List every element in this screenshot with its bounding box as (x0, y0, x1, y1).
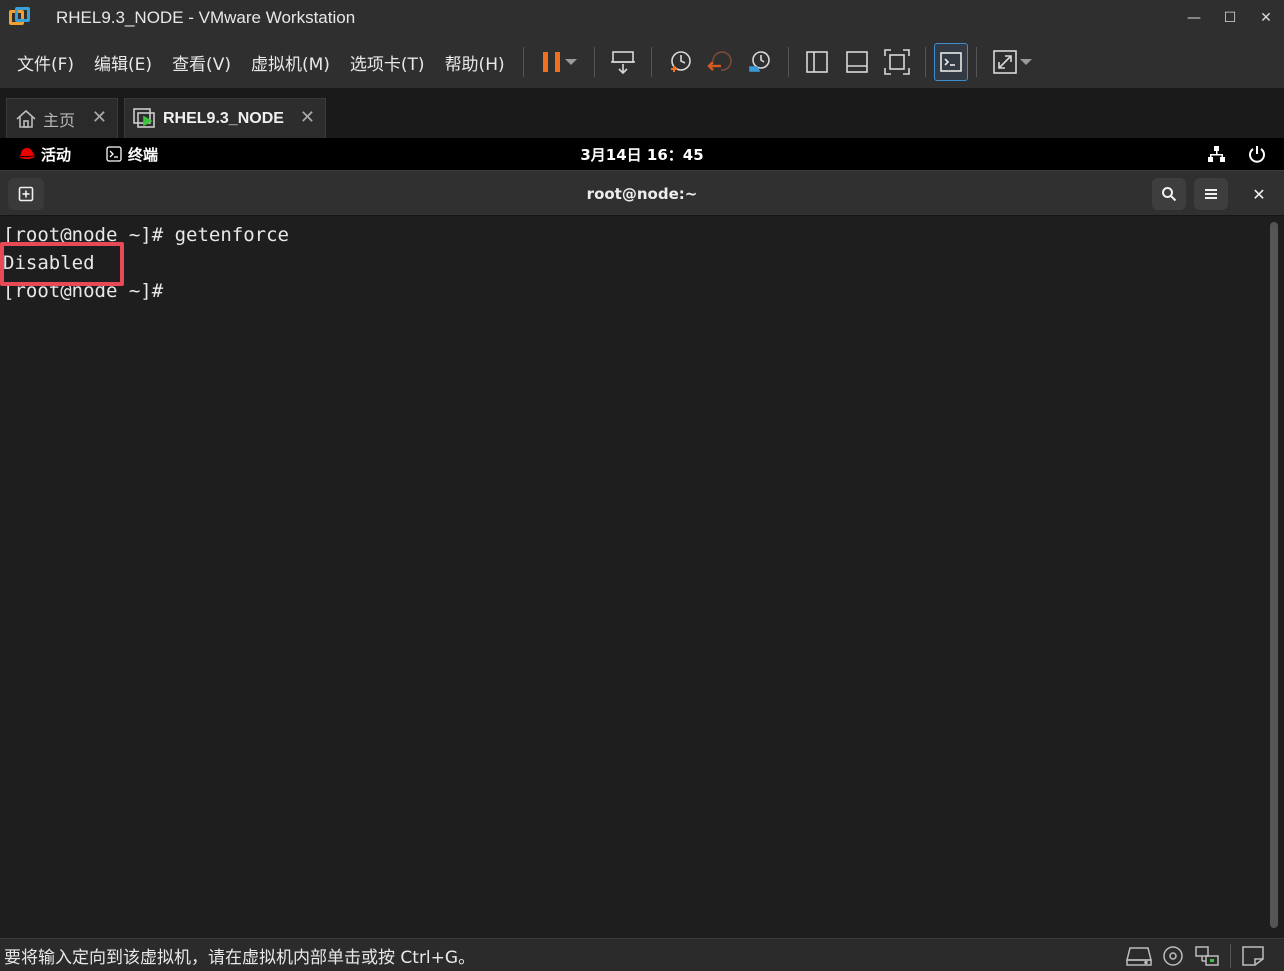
show-library-button[interactable] (797, 42, 837, 82)
vmware-logo-icon (8, 6, 32, 30)
pause-dropdown-icon[interactable] (564, 59, 577, 65)
gnome-top-bar: 活动 终端 3月14日 16：45 (0, 138, 1284, 170)
pause-button[interactable] (532, 42, 586, 82)
status-message: 要将输入定向到该虚拟机，请在虚拟机内部单击或按 Ctrl+G。 (4, 948, 476, 968)
tab-home[interactable]: 主页 ✕ (6, 98, 118, 138)
tab-strip: 主页 ✕ RHEL9.3_NODE ✕ (0, 88, 1284, 138)
snapshot-manager-button[interactable] (740, 42, 780, 82)
maximize-button[interactable]: ☐ (1212, 0, 1248, 36)
menu-vm[interactable]: 虚拟机(M) (241, 36, 340, 88)
vm-running-icon (133, 107, 155, 128)
terminal-icon (939, 52, 962, 72)
terminal-title: root@node:~ (586, 185, 698, 203)
menu-edit[interactable]: 编辑(E) (84, 36, 162, 88)
window-title: RHEL9.3_NODE - VMware Workstation (56, 8, 356, 27)
window-title-bar: RHEL9.3_NODE - VMware Workstation — ☐ ✕ (0, 0, 1284, 36)
message-icon[interactable] (1241, 945, 1265, 967)
send-ctrl-alt-del-button[interactable] (603, 42, 643, 82)
terminal-scrollbar[interactable] (1270, 222, 1278, 928)
menu-view[interactable]: 查看(V) (162, 36, 241, 88)
tab-rhel-node-label: RHEL9.3_NODE (163, 109, 284, 127)
terminal-header-bar: root@node:~ ✕ (0, 170, 1284, 216)
fullscreen-icon (883, 49, 910, 75)
stretch-dropdown-icon[interactable] (1019, 59, 1032, 65)
hard-disk-icon[interactable] (1126, 945, 1152, 967)
terminal-menu-button[interactable] (1194, 178, 1228, 210)
toolbar-divider (522, 47, 524, 77)
status-bar: 要将输入定向到该虚拟机，请在虚拟机内部单击或按 Ctrl+G。 (0, 938, 1284, 971)
toolbar-divider (650, 47, 652, 77)
toolbar-divider (787, 47, 789, 77)
home-icon (16, 109, 36, 128)
cd-rom-icon[interactable] (1162, 945, 1184, 967)
toolbar-divider (593, 47, 595, 77)
menu-bar: 文件(F) 编辑(E) 查看(V) 虚拟机(M) 选项卡(T) 帮助(H) (0, 36, 1284, 88)
revert-snapshot-icon (706, 51, 732, 71)
stretch-guest-button[interactable] (985, 42, 1039, 82)
toolbar-divider (975, 47, 977, 77)
status-divider (1230, 944, 1231, 968)
minimize-button[interactable]: — (1176, 0, 1212, 36)
stretch-icon (992, 50, 1017, 74)
fullscreen-button[interactable] (877, 42, 917, 82)
tab-home-close-icon[interactable]: ✕ (92, 109, 107, 127)
hamburger-menu-icon (1205, 189, 1217, 199)
menu-tabs[interactable]: 选项卡(T) (340, 36, 435, 88)
send-keys-icon (610, 51, 635, 75)
revert-snapshot-button[interactable] (700, 42, 740, 82)
tab-rhel-node[interactable]: RHEL9.3_NODE ✕ (124, 98, 326, 138)
toolbar-divider (924, 47, 926, 77)
search-icon (1162, 187, 1177, 202)
highlight-annotation-box (0, 242, 124, 286)
library-icon (805, 51, 828, 73)
console-terminal-button[interactable] (933, 43, 968, 81)
menu-file[interactable]: 文件(F) (7, 36, 84, 88)
take-snapshot-button[interactable] (660, 42, 700, 82)
power-icon[interactable] (1247, 144, 1267, 164)
snapshot-manager-icon (748, 51, 770, 72)
network-wired-icon[interactable] (1206, 144, 1226, 164)
clock[interactable]: 3月14日 16：45 (0, 138, 1284, 170)
snapshot-icon (670, 51, 691, 72)
terminal-output[interactable] (0, 216, 1284, 938)
console-view-icon (845, 51, 868, 73)
tab-home-label: 主页 (43, 110, 76, 130)
console-view-button[interactable] (837, 42, 877, 82)
network-icon[interactable] (1194, 945, 1220, 967)
terminal-close-button[interactable]: ✕ (1244, 178, 1274, 210)
pause-icon (542, 52, 560, 72)
close-window-button[interactable]: ✕ (1248, 0, 1284, 36)
terminal-search-button[interactable] (1152, 178, 1186, 210)
tab-rhel-node-close-icon[interactable]: ✕ (300, 109, 315, 127)
menu-help[interactable]: 帮助(H) (435, 36, 515, 88)
